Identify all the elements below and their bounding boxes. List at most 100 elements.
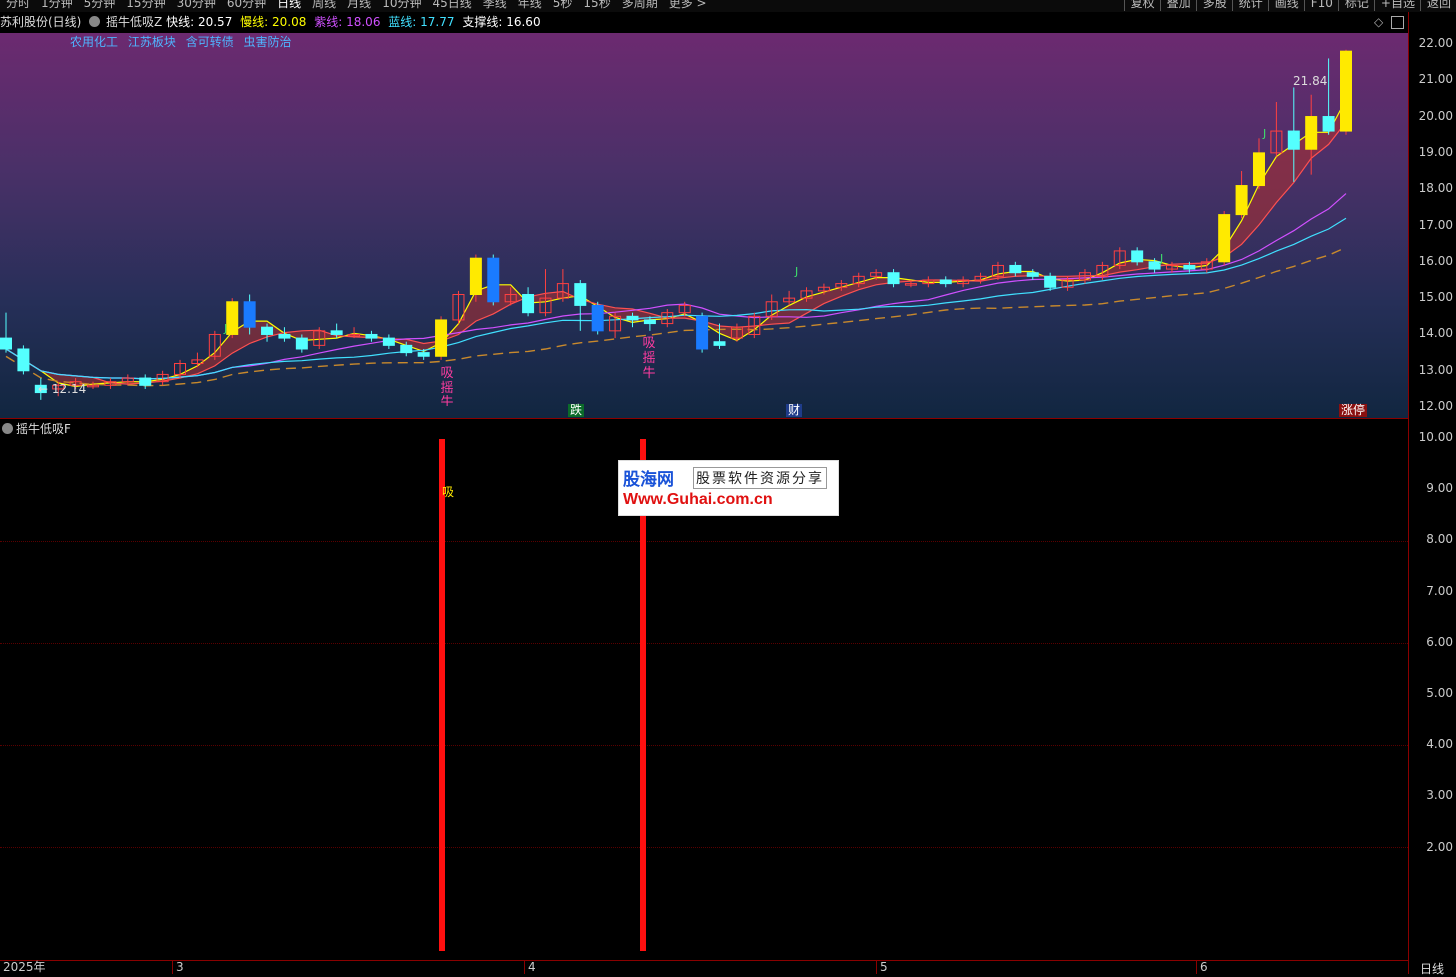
main-kline-chart[interactable] (0, 33, 1408, 418)
j-mark: J (224, 322, 228, 335)
toolbar-button[interactable]: 复权 (1123, 0, 1160, 11)
price-tick: 19.00 (1418, 144, 1453, 159)
sub-collapse-icon[interactable] (2, 423, 13, 434)
signal-char: 吸 (642, 336, 656, 351)
purple-label: 紫线: (314, 15, 343, 29)
stock-name[interactable]: 苏利股份(日线) (0, 15, 81, 29)
candle-body (1252, 152, 1265, 187)
price-axis[interactable]: 22.00 21.00 20.00 19.00 18.00 17.00 16.00 15.00… (1408, 12, 1456, 974)
signal-char: 牛 (642, 366, 656, 381)
period-tab[interactable]: 60分钟 (221, 0, 271, 11)
period-tabs: 分时 1分钟 5分钟 15分钟 30分钟 60分钟 日线 周线 月线 10分钟 45日线 季线 年线 5秒… (0, 0, 712, 11)
toolbar-button[interactable]: +自选 (1373, 0, 1420, 11)
candle-body (400, 344, 413, 354)
price-tick: 13.00 (1418, 362, 1453, 377)
j-mark: J (795, 265, 799, 278)
price-tick: 22.00 (1418, 35, 1453, 50)
period-tab[interactable]: 分时 (0, 0, 35, 11)
sub-value-tick: 4.00 (1426, 737, 1453, 752)
candle-body (435, 319, 448, 357)
period-tab[interactable]: 年线 (512, 0, 547, 11)
concept-tag[interactable]: 江苏板块 (128, 35, 176, 49)
panel-toggle-icon[interactable] (1391, 16, 1404, 29)
candle-body (295, 337, 308, 350)
toolbar-button[interactable]: 画线 (1267, 0, 1304, 11)
price-tick: 21.00 (1418, 72, 1453, 87)
indicator-name[interactable]: 摇牛低吸Z (106, 15, 162, 29)
cai-marker: 财 (786, 403, 803, 417)
time-label: 2025年 (3, 960, 46, 974)
blue-value: 17.77 (420, 15, 455, 29)
period-tab[interactable]: 日线 (271, 0, 306, 11)
toolbar-button[interactable]: 统计 (1231, 0, 1268, 11)
low-price-label: ← 12.14 (38, 382, 87, 396)
period-tab[interactable]: 10分钟 (376, 0, 426, 11)
period-tab[interactable]: 1分钟 (35, 0, 78, 11)
grid-line (0, 847, 1408, 848)
period-tab[interactable]: 30分钟 (171, 0, 221, 11)
concept-tag[interactable]: 农用化工 (70, 35, 118, 49)
candle-body (1009, 264, 1022, 274)
candle-body (643, 319, 656, 325)
toolbar-button[interactable]: 叠加 (1159, 0, 1196, 11)
toolbar-button[interactable]: 标记 (1337, 0, 1374, 11)
candle-body (243, 301, 256, 328)
period-indicator[interactable]: 日线 (1420, 960, 1444, 977)
candle-body (417, 352, 430, 357)
concept-tags: 农用化工 江苏板块 含可转债 虫害防治 (70, 33, 298, 50)
fast-label: 快线: (166, 15, 195, 29)
signal-char: 吸 (440, 366, 454, 381)
candle-body (574, 283, 587, 306)
diamond-icon[interactable]: ◇ (1374, 15, 1383, 29)
period-tab[interactable]: 多周期 (616, 0, 663, 11)
concept-tag[interactable]: 虫害防治 (244, 35, 292, 49)
price-tick: 17.00 (1418, 217, 1453, 232)
period-tab[interactable]: 5秒 (547, 0, 578, 11)
sub-value-tick: 8.00 (1426, 532, 1453, 547)
period-tab[interactable]: 更多 > (663, 0, 712, 11)
candle-body (278, 333, 291, 339)
sub-value-tick: 7.00 (1426, 583, 1453, 598)
period-tab[interactable]: 15秒 (577, 0, 615, 11)
indicator-info-bar: 苏利股份(日线) 摇牛低吸Z 快线: 20.57 慢线: 20.08 紫线: 1… (0, 12, 1408, 32)
candle-body (1148, 261, 1161, 270)
toolbar-button[interactable]: 返回 (1419, 0, 1456, 11)
sub-value-tick: 9.00 (1426, 481, 1453, 496)
candle-body (591, 304, 604, 332)
candle-body (1026, 272, 1039, 277)
toolbar-button[interactable]: F10 (1303, 0, 1338, 11)
period-tab[interactable]: 15分钟 (120, 0, 170, 11)
candle-body (17, 348, 30, 372)
ma-line (5, 121, 1347, 385)
fast-slow-band (6, 99, 1346, 387)
candle-body (0, 337, 12, 350)
sub-indicator-title[interactable]: 摇牛低吸F (0, 420, 71, 437)
sub-value-tick: 3.00 (1426, 788, 1453, 803)
period-tab[interactable]: 季线 (477, 0, 512, 11)
slow-value: 20.08 (272, 15, 307, 29)
candle-body (939, 279, 952, 285)
j-mark: J (1263, 127, 1267, 140)
period-tab[interactable]: 周线 (306, 0, 341, 11)
toolbar-button[interactable]: 多股 (1195, 0, 1232, 11)
time-label: 4 (524, 960, 536, 974)
price-tick: 16.00 (1418, 253, 1453, 268)
time-label: 3 (172, 960, 184, 974)
support-label: 支撑线: (462, 15, 503, 29)
candle-body (713, 341, 726, 346)
candle-body (696, 315, 709, 350)
sub-value-tick: 6.00 (1426, 634, 1453, 649)
indicator-collapse-icon[interactable] (89, 16, 101, 27)
ma-line (5, 217, 1347, 380)
price-tick: 18.00 (1418, 181, 1453, 196)
die-marker: 跌 (568, 403, 585, 417)
watermark-url: Www.Guhai.com.cn (623, 491, 773, 508)
period-tab[interactable]: 月线 (341, 0, 376, 11)
concept-tag[interactable]: 含可转债 (186, 35, 234, 49)
period-tab[interactable]: 45日线 (426, 0, 476, 11)
price-tick: 20.00 (1418, 108, 1453, 123)
candle-body (1044, 275, 1057, 288)
period-tab[interactable]: 5分钟 (78, 0, 121, 11)
toolbar-right-buttons: 复权 叠加 多股 统计 画线 F10 标记 +自选 返回 (1123, 0, 1456, 11)
blue-label: 蓝线: (388, 15, 417, 29)
